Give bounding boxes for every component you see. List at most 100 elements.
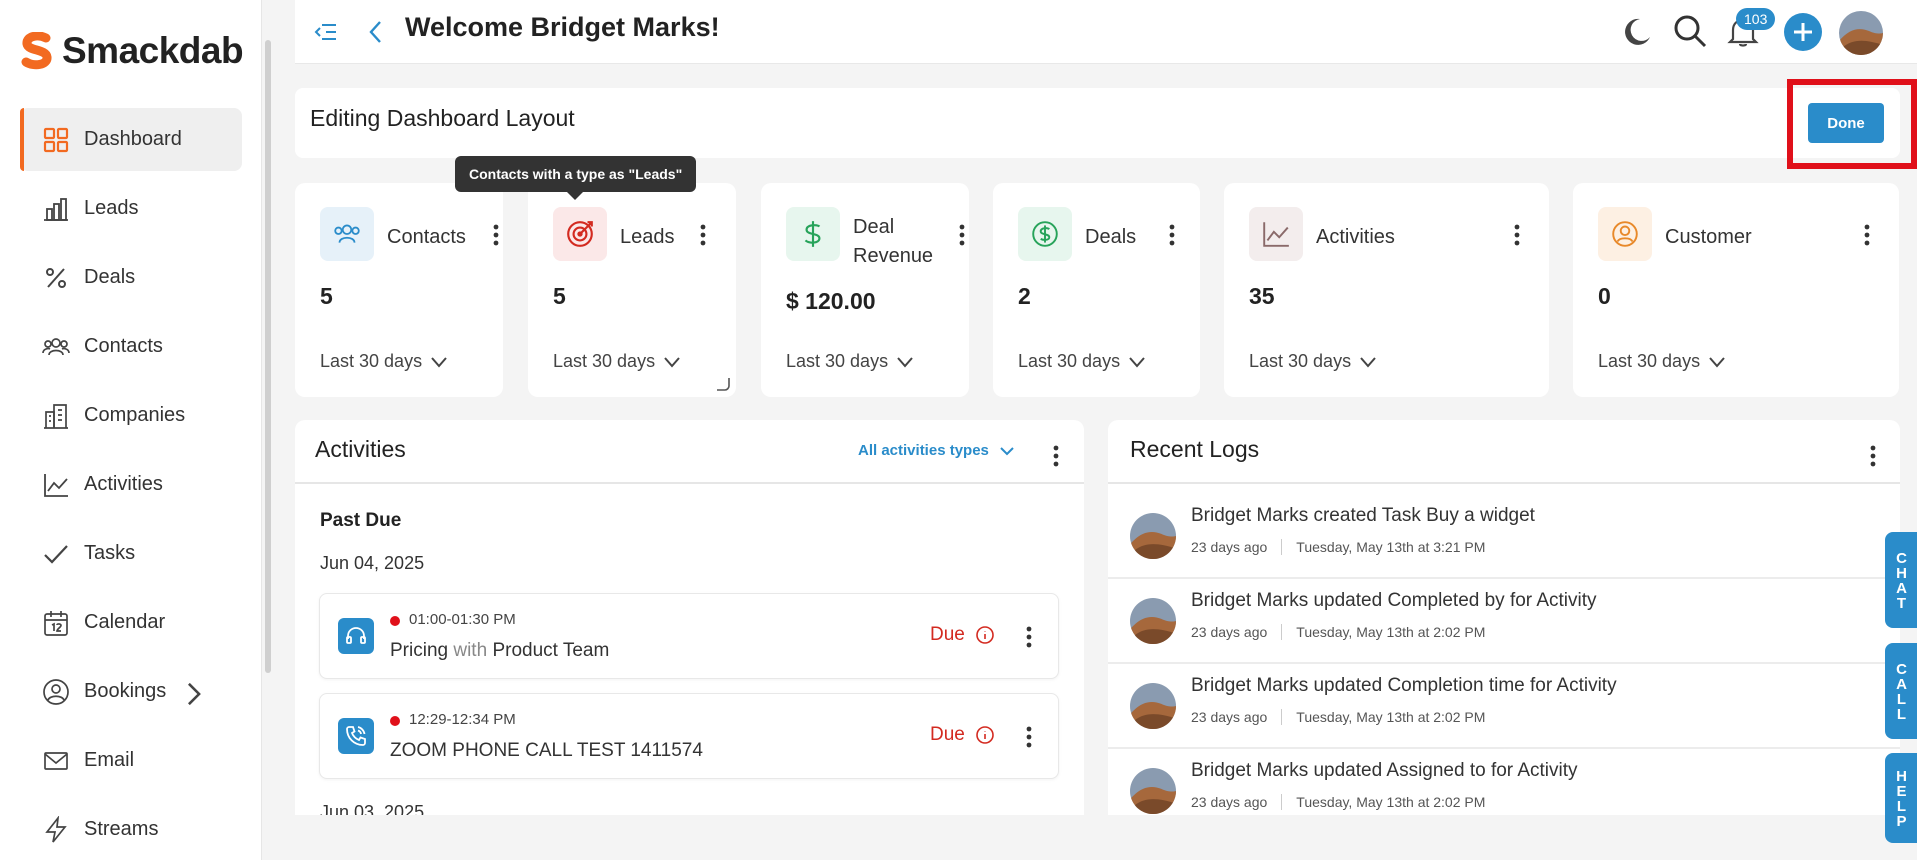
activity-item[interactable]: 01:00-01:30 PM Pricing with Product Team… <box>319 593 1059 679</box>
check-icon <box>44 544 68 564</box>
log-ago: 23 days ago <box>1191 624 1268 640</box>
done-button[interactable]: Done <box>1808 103 1884 143</box>
leads-chart-icon <box>44 197 68 221</box>
period-label: Last 30 days <box>320 351 423 371</box>
info-icon[interactable] <box>975 725 995 745</box>
avatar-image <box>1130 513 1176 559</box>
log-item[interactable]: Bridget Marks updated Completed by for A… <box>1108 580 1900 664</box>
sidebar-item-streams[interactable]: Streams <box>20 798 242 860</box>
sidebar-item-contacts[interactable]: Contacts <box>20 315 242 378</box>
period-dropdown[interactable]: Last 30 days <box>1598 351 1726 372</box>
edit-layout-title: Editing Dashboard Layout <box>310 105 575 131</box>
kebab-menu-icon[interactable] <box>1863 223 1871 247</box>
kebab-menu-icon[interactable] <box>1025 625 1033 649</box>
activity-type-filter[interactable]: All activities types <box>858 442 1015 459</box>
kebab-menu-icon[interactable] <box>1168 223 1176 247</box>
log-meta: 23 days ago Tuesday, May 13th at 2:02 PM <box>1191 624 1485 640</box>
stat-card-deal-revenue[interactable]: Deal Revenue $ 120.00 Last 30 days <box>761 183 969 397</box>
kebab-menu-icon[interactable] <box>699 223 707 247</box>
stat-card-leads[interactable]: Leads 5 Last 30 days <box>528 183 736 397</box>
log-datetime: Tuesday, May 13th at 3:21 PM <box>1296 539 1486 555</box>
stat-card-activities[interactable]: Activities 35 Last 30 days <box>1224 183 1549 397</box>
panel-title: Recent Logs <box>1130 436 1260 462</box>
avatar-image <box>1839 11 1883 55</box>
sidebar-item-deals[interactable]: Deals <box>20 246 242 309</box>
deals-card-icon-box <box>1018 207 1072 261</box>
log-text: Bridget Marks updated Completion time fo… <box>1191 675 1617 696</box>
stat-card-customer[interactable]: Customer 0 Last 30 days <box>1573 183 1899 397</box>
card-label: Customer <box>1665 226 1752 248</box>
chevron-right-icon <box>188 682 201 706</box>
kebab-menu-icon[interactable] <box>958 223 966 247</box>
back-arrow-icon[interactable] <box>363 18 389 46</box>
kebab-menu-icon[interactable] <box>1869 444 1877 468</box>
stat-card-contacts[interactable]: Contacts 5 Last 30 days <box>295 183 503 397</box>
resize-handle-icon[interactable] <box>715 376 731 392</box>
sidebar-scrollbar[interactable] <box>265 40 271 673</box>
sidebar-item-dashboard[interactable]: Dashboard <box>20 108 242 171</box>
log-meta: 23 days ago Tuesday, May 13th at 2:02 PM <box>1191 709 1485 725</box>
brand-name: Smackdab <box>62 30 244 71</box>
activities-card-icon-box <box>1249 207 1303 261</box>
period-dropdown[interactable]: Last 30 days <box>786 351 914 372</box>
plus-icon <box>1794 23 1812 41</box>
sidebar-item-label: Email <box>84 749 135 771</box>
dollar-icon <box>804 221 821 247</box>
kebab-menu-icon[interactable] <box>492 223 500 247</box>
past-due-heading: Past Due <box>320 510 402 531</box>
page-title: Welcome Bridget Marks! <box>405 12 720 42</box>
avatar-image <box>1130 768 1176 814</box>
chat-tab[interactable]: CHAT <box>1885 532 1917 628</box>
dark-mode-icon[interactable] <box>1620 15 1654 49</box>
help-tab[interactable]: HELP <box>1885 753 1917 843</box>
dollar-circle-icon <box>1032 221 1058 247</box>
card-value: $ 120.00 <box>786 288 876 314</box>
chevron-down-icon <box>664 356 680 368</box>
sidebar-item-label: Bookings <box>84 680 167 702</box>
period-dropdown[interactable]: Last 30 days <box>553 351 681 372</box>
activity-type-icon-box <box>338 718 374 754</box>
building-icon <box>44 403 68 429</box>
period-dropdown[interactable]: Last 30 days <box>1249 351 1377 372</box>
log-ago: 23 days ago <box>1191 794 1268 810</box>
sidebar-item-label: Leads <box>84 197 139 219</box>
sidebar-item-leads[interactable]: Leads <box>20 177 242 240</box>
kebab-menu-icon[interactable] <box>1025 725 1033 749</box>
sidebar-item-activities[interactable]: Activities <box>20 453 242 516</box>
search-icon[interactable] <box>1672 13 1708 49</box>
stat-card-deals[interactable]: Deals 2 Last 30 days <box>993 183 1200 397</box>
divider <box>1281 539 1283 555</box>
sidebar-item-email[interactable]: Email <box>20 729 242 792</box>
card-label: Leads <box>620 226 675 248</box>
top-bar: Welcome Bridget Marks! 103 <box>295 0 1917 64</box>
activity-item[interactable]: 12:29-12:34 PM ZOOM PHONE CALL TEST 1411… <box>319 693 1059 779</box>
add-button[interactable] <box>1784 13 1822 51</box>
sidebar-item-label: Companies <box>84 404 186 426</box>
brand-logo[interactable]: Smackdab <box>20 30 244 72</box>
activity-time: 12:29-12:34 PM <box>409 711 516 728</box>
due-status: Due <box>930 624 995 646</box>
sidebar-item-label: Tasks <box>84 542 136 564</box>
activity-time: 01:00-01:30 PM <box>409 611 516 628</box>
sidebar-item-companies[interactable]: Companies <box>20 384 242 447</box>
call-tab[interactable]: CALL <box>1885 643 1917 739</box>
sidebar-item-label: Calendar <box>84 611 166 633</box>
log-item[interactable]: Bridget Marks updated Completion time fo… <box>1108 665 1900 749</box>
period-dropdown[interactable]: Last 30 days <box>320 351 448 372</box>
info-icon[interactable] <box>975 625 995 645</box>
log-text: Bridget Marks updated Completed by for A… <box>1191 590 1597 611</box>
user-avatar[interactable] <box>1839 11 1883 55</box>
kebab-menu-icon[interactable] <box>1513 223 1521 247</box>
log-datetime: Tuesday, May 13th at 2:02 PM <box>1296 794 1486 810</box>
divider <box>1281 624 1283 640</box>
log-item[interactable]: Bridget Marks created Task Buy a widget … <box>1108 495 1900 579</box>
mail-icon <box>44 751 68 770</box>
sidebar-item-tasks[interactable]: Tasks <box>20 522 242 585</box>
sidebar-item-bookings[interactable]: Bookings <box>20 660 242 723</box>
log-datetime: Tuesday, May 13th at 2:02 PM <box>1296 709 1486 725</box>
sidebar-item-label: Activities <box>84 473 163 495</box>
collapse-sidebar-icon[interactable] <box>313 19 339 45</box>
sidebar-item-calendar[interactable]: Calendar <box>20 591 242 654</box>
period-dropdown[interactable]: Last 30 days <box>1018 351 1146 372</box>
kebab-menu-icon[interactable] <box>1052 444 1060 468</box>
